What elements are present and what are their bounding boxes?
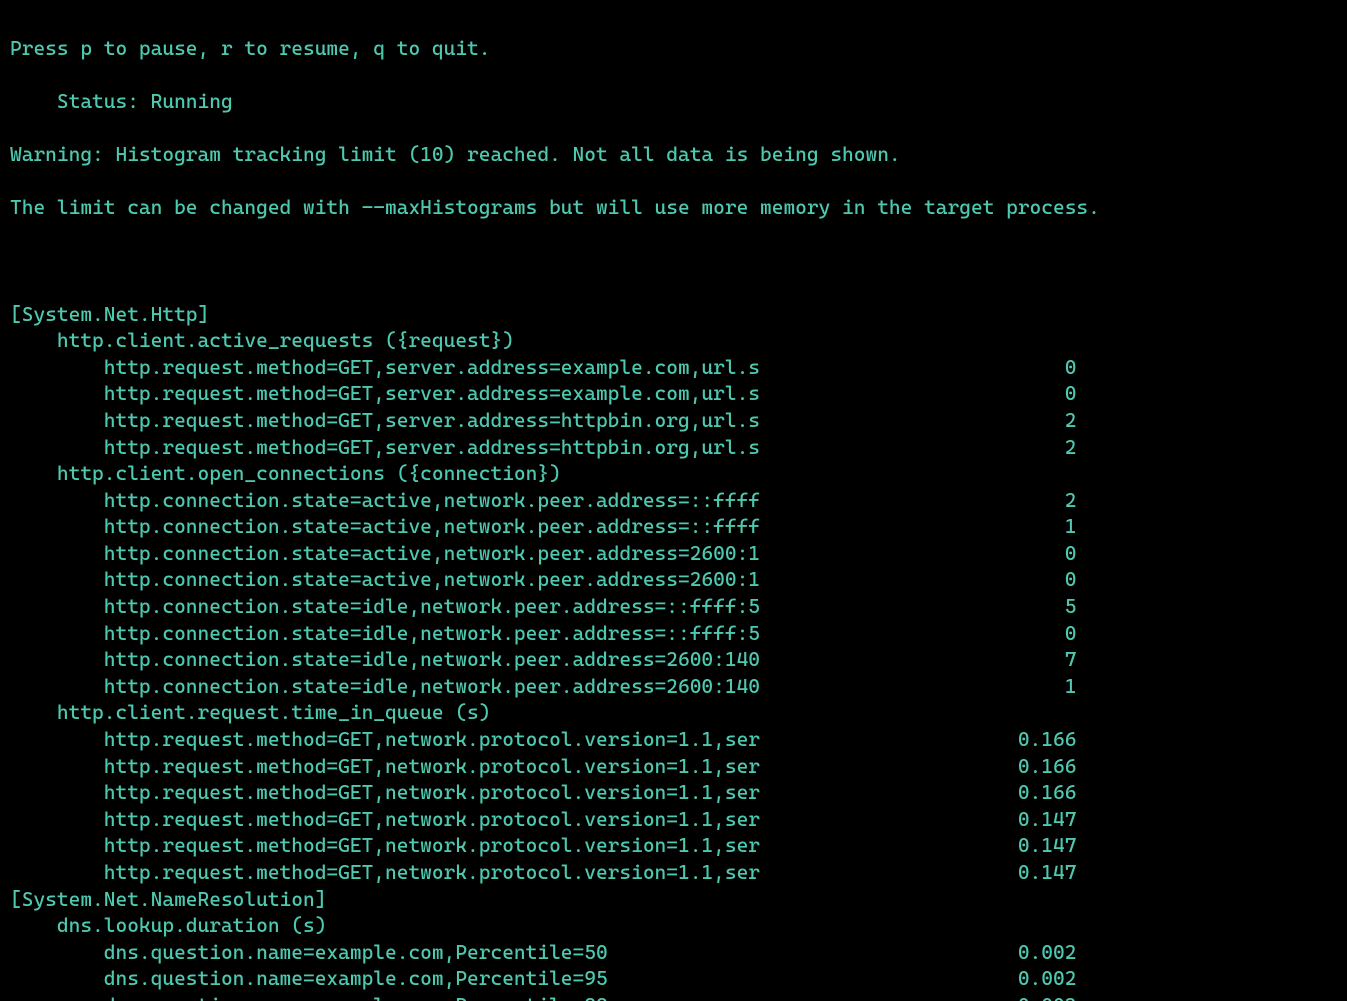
- metric-row-value: 0: [983, 355, 1077, 379]
- warning-line-1: Warning: Histogram tracking limit (10) r…: [10, 141, 1337, 168]
- metric-name: dns.lookup.duration (s): [10, 912, 1337, 939]
- metric-row-value: 2: [983, 488, 1077, 512]
- metric-row-label: http.request.method=GET,network.protocol…: [104, 807, 983, 831]
- metric-row-value: 0: [983, 567, 1077, 591]
- metric-row-label: http.request.method=GET,server.address=h…: [104, 408, 983, 432]
- metric-row-label: http.request.method=GET,network.protocol…: [104, 754, 983, 778]
- metric-row-label: http.request.method=GET,network.protocol…: [104, 860, 983, 884]
- metric-row: http.connection.state=idle,network.peer.…: [10, 673, 1337, 700]
- metric-row: http.request.method=GET,server.address=h…: [10, 434, 1337, 461]
- metric-row: http.request.method=GET,network.protocol…: [10, 726, 1337, 753]
- metric-row-value: 0.147: [983, 860, 1077, 884]
- metric-row-value: 0: [983, 381, 1077, 405]
- metric-row-label: http.request.method=GET,network.protocol…: [104, 727, 983, 751]
- metric-row-label: http.connection.state=active,network.pee…: [104, 567, 983, 591]
- metric-row: http.request.method=GET,network.protocol…: [10, 753, 1337, 780]
- metric-row: http.request.method=GET,network.protocol…: [10, 859, 1337, 886]
- metric-row-value: 2: [983, 435, 1077, 459]
- metric-group-title: [System.Net.NameResolution]: [10, 886, 1337, 913]
- metric-row: http.connection.state=idle,network.peer.…: [10, 646, 1337, 673]
- metric-row: http.request.method=GET,network.protocol…: [10, 779, 1337, 806]
- metric-row: http.connection.state=active,network.pee…: [10, 566, 1337, 593]
- metric-row-value: 0.166: [983, 754, 1077, 778]
- metric-row-value: 0.166: [983, 780, 1077, 804]
- metric-row: http.request.method=GET,server.address=e…: [10, 354, 1337, 381]
- terminal-output: Press p to pause, r to resume, q to quit…: [0, 0, 1347, 1001]
- metric-row: dns.question.name=example.com,Percentile…: [10, 939, 1337, 966]
- metric-row-value: 2: [983, 408, 1077, 432]
- metric-row: http.request.method=GET,network.protocol…: [10, 832, 1337, 859]
- metric-row: dns.question.name=example.com,Percentile…: [10, 992, 1337, 1001]
- metric-row-value: 1: [983, 674, 1077, 698]
- metric-name: http.client.request.time_in_queue (s): [10, 699, 1337, 726]
- metric-row: http.request.method=GET,server.address=h…: [10, 407, 1337, 434]
- metric-row: http.connection.state=active,network.pee…: [10, 540, 1337, 567]
- metric-row-label: http.connection.state=idle,network.peer.…: [104, 594, 983, 618]
- blank-line: [10, 247, 1337, 274]
- metric-row-label: http.request.method=GET,server.address=h…: [104, 435, 983, 459]
- metric-row-label: http.connection.state=idle,network.peer.…: [104, 674, 983, 698]
- metric-row-value: 1: [983, 514, 1077, 538]
- metric-row: http.connection.state=active,network.pee…: [10, 487, 1337, 514]
- metric-row-label: http.request.method=GET,server.address=e…: [104, 355, 983, 379]
- metric-row-value: 0: [983, 541, 1077, 565]
- metric-row-label: http.connection.state=idle,network.peer.…: [104, 647, 983, 671]
- metric-row-label: dns.question.name=example.com,Percentile…: [104, 966, 983, 990]
- metric-row-value: 0.147: [983, 833, 1077, 857]
- metric-row-label: dns.question.name=example.com,Percentile…: [104, 993, 983, 1001]
- metric-row-label: http.request.method=GET,network.protocol…: [104, 833, 983, 857]
- metric-name: http.client.open_connections ({connectio…: [10, 460, 1337, 487]
- status-value: Running: [151, 89, 233, 113]
- metric-row: http.connection.state=active,network.pee…: [10, 513, 1337, 540]
- metric-row-value: 0.166: [983, 727, 1077, 751]
- metric-row: http.connection.state=idle,network.peer.…: [10, 593, 1337, 620]
- metric-row-label: http.request.method=GET,network.protocol…: [104, 780, 983, 804]
- status-line: Status: Running: [10, 88, 1337, 115]
- metric-row-label: http.connection.state=active,network.pee…: [104, 514, 983, 538]
- metric-row-value: 5: [983, 594, 1077, 618]
- metric-row-value: 0: [983, 621, 1077, 645]
- status-label: Status:: [10, 89, 151, 113]
- metric-group-title: [System.Net.Http]: [10, 301, 1337, 328]
- warning-line-2: The limit can be changed with --maxHisto…: [10, 194, 1337, 221]
- metric-row: dns.question.name=example.com,Percentile…: [10, 965, 1337, 992]
- metric-name: http.client.active_requests ({request}): [10, 327, 1337, 354]
- metric-row-value: 0.002: [983, 966, 1077, 990]
- metric-row-label: http.connection.state=active,network.pee…: [104, 488, 983, 512]
- metric-row-value: 0.002: [983, 993, 1077, 1001]
- metric-row-label: dns.question.name=example.com,Percentile…: [104, 940, 983, 964]
- metric-row-value: 7: [983, 647, 1077, 671]
- metric-row-value: 0.147: [983, 807, 1077, 831]
- metric-row-value: 0.002: [983, 940, 1077, 964]
- metric-row-label: http.connection.state=idle,network.peer.…: [104, 621, 983, 645]
- metric-row-label: http.request.method=GET,server.address=e…: [104, 381, 983, 405]
- metric-row-label: http.connection.state=active,network.pee…: [104, 541, 983, 565]
- metric-row: http.connection.state=idle,network.peer.…: [10, 620, 1337, 647]
- instructions-line: Press p to pause, r to resume, q to quit…: [10, 35, 1337, 62]
- metric-row: http.request.method=GET,network.protocol…: [10, 806, 1337, 833]
- metric-row: http.request.method=GET,server.address=e…: [10, 380, 1337, 407]
